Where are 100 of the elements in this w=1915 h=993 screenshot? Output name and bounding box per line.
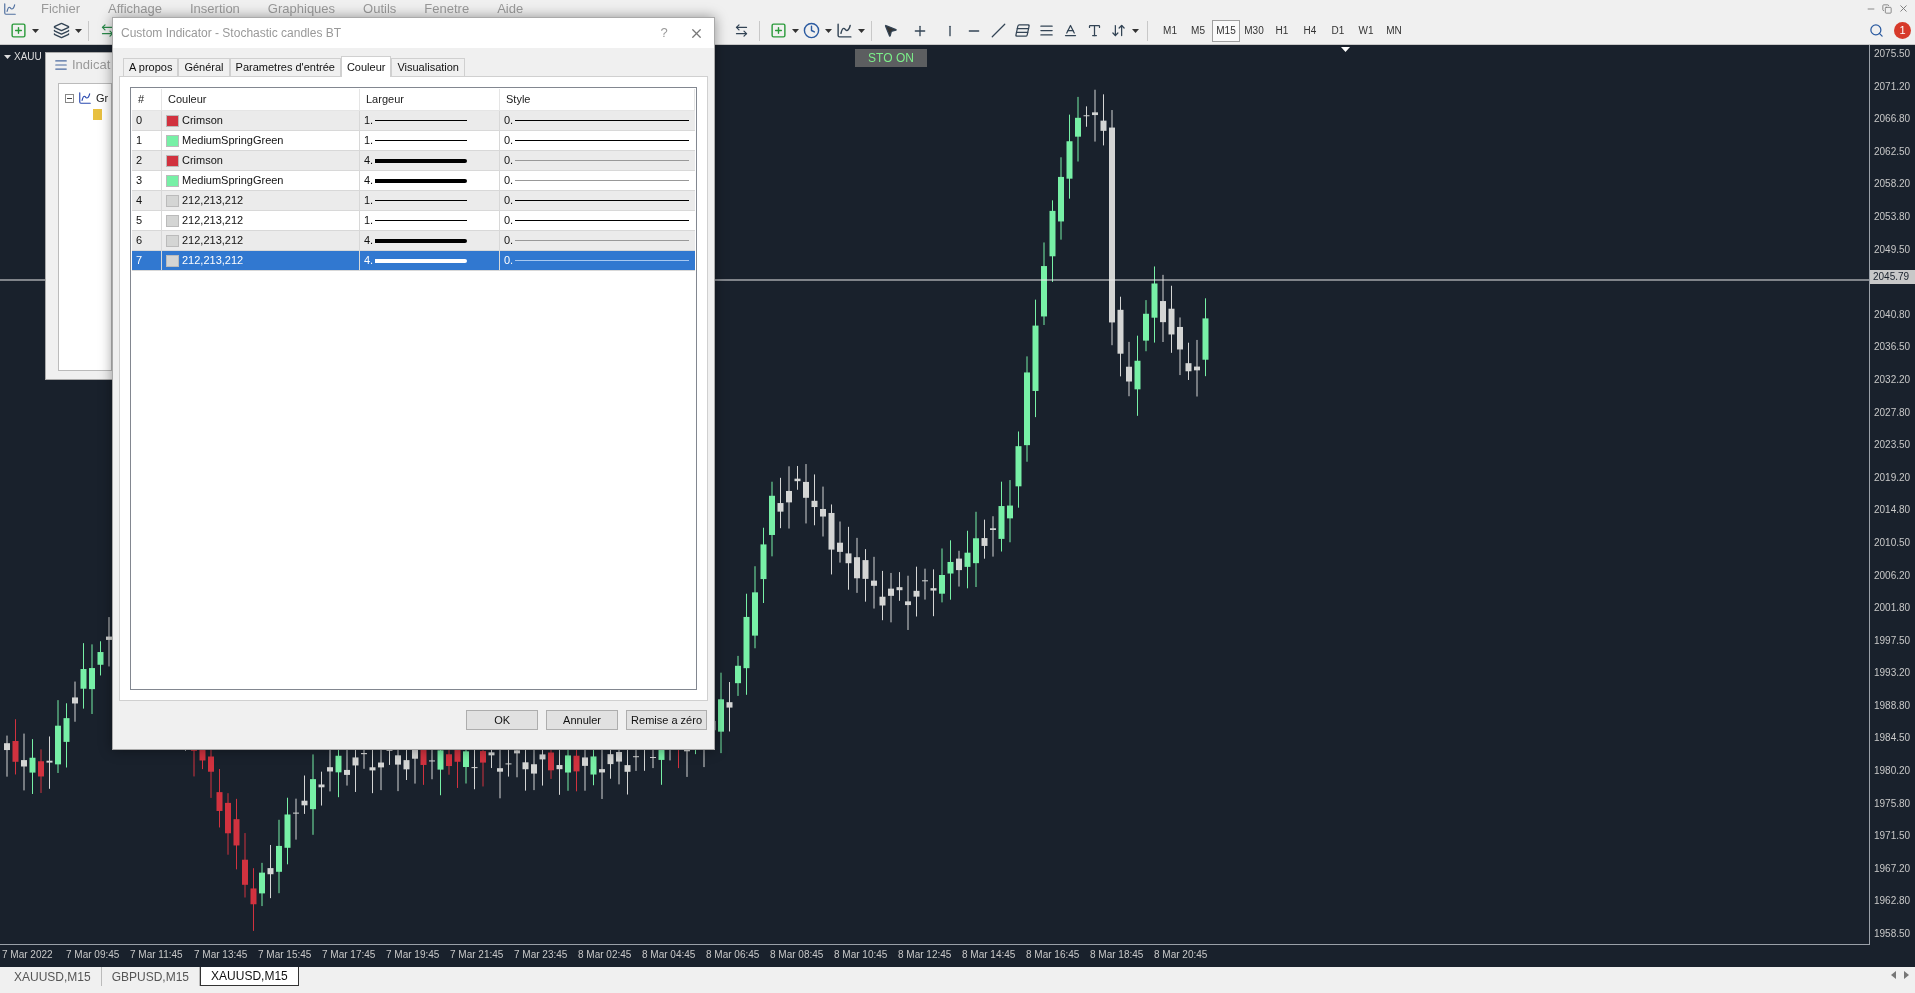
price-label: 2027.80: [1873, 405, 1912, 420]
price-label: 1997.50: [1873, 633, 1912, 648]
clock-icon[interactable]: [802, 22, 820, 39]
table-row[interactable]: 5 212,213,212 1. 0.: [132, 211, 695, 231]
timeframe-button[interactable]: MN: [1380, 19, 1408, 42]
time-label: 8 Mar 18:45: [1090, 949, 1144, 960]
table-cell-text: 0.: [504, 153, 514, 169]
column-header[interactable]: Largeur: [366, 93, 404, 105]
caret-icon[interactable]: [75, 28, 82, 33]
time-label: 8 Mar 12:45: [898, 949, 952, 960]
dialog-tab[interactable]: A propos: [123, 58, 179, 76]
template-icon[interactable]: [835, 22, 853, 39]
price-label: 1958.50: [1873, 927, 1912, 942]
label-tool-icon[interactable]: [1086, 23, 1102, 38]
app-icon: [3, 1, 17, 16]
time-label: 8 Mar 04:45: [642, 949, 696, 960]
time-label: 7 Mar 15:45: [258, 949, 312, 960]
dialog-tab[interactable]: Visualisation: [391, 58, 465, 76]
dialog-button[interactable]: OK: [466, 710, 539, 730]
price-label: 2014.80: [1873, 503, 1912, 518]
time-label: 8 Mar 06:45: [706, 949, 760, 960]
caret-icon[interactable]: [792, 28, 799, 33]
table-row[interactable]: 2 Crimson 4. 0.: [132, 151, 695, 171]
profiles-icon[interactable]: [52, 22, 70, 39]
notification-badge[interactable]: 1: [1894, 22, 1911, 39]
table-cell-text: 1.: [364, 193, 374, 209]
price-label: 2036.50: [1873, 340, 1912, 355]
column-header[interactable]: Style: [506, 93, 531, 105]
text-tool-icon[interactable]: [1062, 23, 1078, 38]
cursor-icon[interactable]: [882, 23, 898, 38]
timeframe-button[interactable]: M30: [1240, 19, 1268, 42]
price-label: 1962.80: [1873, 894, 1912, 909]
table-cell-text: 0.: [504, 193, 514, 209]
time-label: 7 Mar 21:45: [450, 949, 504, 960]
price-label: 2062.50: [1873, 144, 1912, 159]
fibonacci-icon[interactable]: [1038, 23, 1054, 38]
dialog-button[interactable]: Remise a zéro: [626, 710, 707, 730]
timeframe-button[interactable]: H1: [1268, 19, 1296, 42]
dialog-button[interactable]: Annuler: [546, 710, 619, 730]
price-label: 1967.20: [1873, 861, 1912, 876]
channel-icon[interactable]: [1012, 23, 1032, 38]
caret-icon[interactable]: [858, 28, 865, 33]
table-cell-text: 0.: [504, 233, 514, 249]
dialog-tab[interactable]: Couleur: [340, 56, 392, 77]
caret-icon[interactable]: [825, 28, 832, 33]
table-cell-text: 0.: [504, 213, 514, 229]
time-label: 8 Mar 14:45: [962, 949, 1016, 960]
chart-shift-icon[interactable]: [733, 23, 749, 38]
table-cell-text: 0.: [504, 253, 514, 269]
table-row[interactable]: 1 MediumSpringGreen 1. 0.: [132, 131, 695, 151]
timeframe-button[interactable]: H4: [1296, 19, 1324, 42]
column-header[interactable]: #: [138, 93, 145, 105]
table-cell-text: 212,213,212: [182, 193, 244, 209]
table-cell-text: 1.: [364, 133, 374, 149]
arrows-icon[interactable]: [1110, 23, 1126, 38]
table-cell-text: 212,213,212: [182, 213, 244, 229]
time-label: 7 Mar 11:45: [130, 949, 183, 960]
dialog-tab[interactable]: Général: [178, 58, 230, 76]
table-row[interactable]: 0 Crimson 1. 0.: [132, 111, 695, 131]
caret-icon[interactable]: [1132, 28, 1139, 33]
timeframe-button[interactable]: M15: [1212, 19, 1240, 42]
table-row[interactable]: 4 212,213,212 1. 0.: [132, 191, 695, 211]
table-row[interactable]: 7 212,213,212 4. 0.: [132, 251, 695, 271]
timeframe-button[interactable]: M5: [1184, 19, 1212, 42]
table-cell-text: 212,213,212: [182, 233, 244, 249]
collapse-icon[interactable]: [65, 93, 74, 103]
time-label: 8 Mar 02:45: [578, 949, 632, 960]
new-chart-icon[interactable]: [9, 22, 27, 39]
chart-tab[interactable]: XAUUSD,M15: [4, 967, 102, 986]
search-icon[interactable]: [1869, 23, 1884, 38]
table-row[interactable]: 3 MediumSpringGreen 4. 0.: [132, 171, 695, 191]
restore-icon[interactable]: [1882, 3, 1892, 14]
trend-line-icon[interactable]: [990, 23, 1006, 38]
table-cell-text: 1.: [364, 113, 374, 129]
tree-item[interactable]: Gr: [96, 90, 109, 107]
chart-tab[interactable]: XAUUSD,M15: [200, 967, 299, 986]
table-cell-text: Crimson: [182, 113, 223, 129]
caret-icon[interactable]: [32, 28, 39, 33]
indicator-group-icon: [77, 91, 93, 106]
table-cell-text: 3: [136, 173, 143, 189]
timeframe-button[interactable]: W1: [1352, 19, 1380, 42]
timeframe-button[interactable]: M1: [1156, 19, 1184, 42]
new-order-icon[interactable]: [769, 22, 787, 39]
table-cell-text: 1: [136, 133, 143, 149]
current-price-label: 2045.79: [1870, 270, 1915, 285]
table-cell-text: 7: [136, 253, 143, 269]
table-cell-text: 1.: [364, 213, 374, 229]
scroll-right-icon[interactable]: [1904, 971, 1909, 979]
table-cell-text: 212,213,212: [182, 253, 244, 269]
timeframe-button[interactable]: D1: [1324, 19, 1352, 42]
scroll-left-icon[interactable]: [1891, 971, 1896, 979]
price-label: 2058.20: [1873, 177, 1912, 192]
dialog-tab[interactable]: Parametres d'entrée: [229, 58, 341, 76]
price-label: 2001.80: [1873, 601, 1912, 616]
caret-icon[interactable]: [4, 54, 11, 59]
close-icon[interactable]: [1898, 3, 1909, 14]
table-row[interactable]: 6 212,213,212 4. 0.: [132, 231, 695, 251]
price-label: 2023.50: [1873, 438, 1912, 453]
time-label: 7 Mar 19:45: [386, 949, 440, 960]
column-header[interactable]: Couleur: [168, 93, 207, 105]
